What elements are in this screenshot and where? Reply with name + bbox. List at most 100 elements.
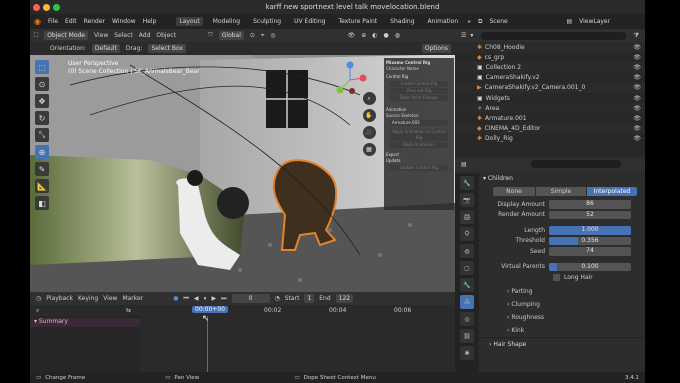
create-control-rig-button[interactable]: Create Control Rig xyxy=(390,81,448,87)
source-armature-field[interactable]: Armature.002 xyxy=(390,120,448,126)
parting-subpanel[interactable]: › Parting xyxy=(465,285,645,298)
cursor-tool-icon[interactable]: ⊙ xyxy=(35,77,49,91)
shading-material-icon[interactable]: ◍ xyxy=(395,32,400,39)
hair-shape-panel-header[interactable]: › Hair Shape xyxy=(455,336,645,351)
workspace-scroll-icon[interactable]: ▸ xyxy=(468,18,471,25)
menu-select[interactable]: Select xyxy=(114,32,133,39)
dope-sheet-ruler[interactable]: ⌕ ⇆ 00:00+00 00:02 00:04 00:06 xyxy=(30,305,455,316)
outliner-editor-icon[interactable]: ☰ xyxy=(461,32,466,39)
outliner-display-icon[interactable]: ▾ xyxy=(470,32,473,39)
move-tool-icon[interactable]: ✥ xyxy=(35,94,49,108)
output-tab-icon[interactable]: 🖨 xyxy=(460,210,474,224)
gizmo-icon[interactable]: ⊕ xyxy=(361,32,366,39)
visibility-eye-icon[interactable]: 👁 xyxy=(633,44,641,51)
zero-out-rig-button[interactable]: Zero out Rig xyxy=(390,88,448,94)
tab-uv-editing[interactable]: UV Editing xyxy=(291,17,328,26)
visibility-eye-icon[interactable]: 👁 xyxy=(633,135,641,142)
add-cube-tool-icon[interactable]: ◧ xyxy=(35,196,49,210)
constraints-tab-icon[interactable]: ⛓ xyxy=(460,329,474,343)
jump-start-icon[interactable]: ⏮ xyxy=(183,295,188,303)
prev-key-icon[interactable]: ◀ xyxy=(194,295,199,302)
long-hair-checkbox[interactable] xyxy=(553,273,560,281)
pivot-icon[interactable]: ⊙ xyxy=(250,32,255,39)
next-key-icon[interactable]: ▶ xyxy=(211,295,216,302)
roughness-subpanel[interactable]: › Roughness xyxy=(465,311,645,324)
visibility-eye-icon[interactable]: 👁 xyxy=(633,95,641,102)
object-mode-dropdown[interactable]: Object Mode xyxy=(44,31,88,40)
tab-shading[interactable]: Shading xyxy=(387,17,417,26)
annotate-tool-icon[interactable]: ✎ xyxy=(35,162,49,176)
drag-dropdown[interactable]: Select Box xyxy=(148,44,187,53)
record-icon[interactable]: ● xyxy=(173,295,178,302)
visibility-eye-icon[interactable]: 👁 xyxy=(633,115,641,122)
outliner-search-input[interactable] xyxy=(481,31,626,40)
outliner-row[interactable]: ✱ Armature.001 👁 xyxy=(455,113,645,123)
transform-tool-icon[interactable]: ⊕ xyxy=(35,145,49,159)
update-control-rig-button[interactable]: Update Control Rig xyxy=(390,165,448,171)
playback-menu[interactable]: Playback xyxy=(46,295,73,302)
outliner-row[interactable]: ▣ Collection 2 👁 xyxy=(455,62,645,73)
zoom-icon[interactable]: ⌕ xyxy=(362,92,376,105)
close-window-icon[interactable] xyxy=(33,3,40,11)
measure-tool-icon[interactable]: 📐 xyxy=(35,179,49,193)
visibility-icon[interactable]: 👁 xyxy=(348,32,356,39)
select-box-tool-icon[interactable]: ⬚ xyxy=(35,60,49,74)
properties-search-input[interactable] xyxy=(530,160,621,168)
timeline-editor-icon[interactable]: ◷ xyxy=(36,295,41,302)
playhead-timecode[interactable]: 00:00+00 xyxy=(192,306,228,313)
world-tab-icon[interactable]: ◍ xyxy=(460,244,474,258)
outliner-row[interactable]: ✱ Ch08_Hoodie 👁 xyxy=(455,42,645,53)
menu-help[interactable]: Help xyxy=(143,18,157,25)
virtual-parents-slider[interactable]: 0.100 xyxy=(549,262,631,271)
tab-texture-paint[interactable]: Texture Paint xyxy=(335,17,380,26)
visibility-eye-icon[interactable]: 👁 xyxy=(633,64,641,71)
start-frame-field[interactable]: 1 xyxy=(304,294,315,303)
search-icon[interactable]: ⌕ xyxy=(36,307,39,315)
camera-view-icon[interactable]: 🎥 xyxy=(362,126,376,139)
outliner-row[interactable]: ✱ Dolly_Rig 👁 xyxy=(455,134,645,144)
menu-object[interactable]: Object xyxy=(156,32,176,39)
update-heading[interactable]: Update xyxy=(386,158,452,164)
visibility-eye-icon[interactable]: 👁 xyxy=(633,74,641,81)
tool-tab-icon[interactable]: 🔧 xyxy=(460,176,474,190)
mode-simple[interactable]: Simple xyxy=(536,187,586,196)
visibility-eye-icon[interactable]: 👁 xyxy=(633,105,641,112)
shading-solid-icon[interactable]: ● xyxy=(383,32,388,39)
outliner-row[interactable]: ▣ CameraShakify.v2 👁 xyxy=(455,73,645,83)
menu-edit[interactable]: Edit xyxy=(65,18,77,25)
keying-menu[interactable]: Keying xyxy=(78,295,98,302)
bake-anim-change-button[interactable]: Bake Anim Change xyxy=(390,95,448,101)
viewlayer-selector[interactable]: ViewLayer xyxy=(579,18,610,25)
orientation-dropdown[interactable]: Default xyxy=(91,44,120,53)
grid-toggle-icon[interactable]: ▦ xyxy=(362,143,376,156)
dope-sheet[interactable]: ▾ Summary ↖ xyxy=(30,314,455,372)
visibility-eye-icon[interactable]: 👁 xyxy=(633,84,641,91)
bake-animation-button[interactable]: Bake Animation xyxy=(390,142,448,148)
data-tab-icon[interactable]: ✱ xyxy=(460,346,474,360)
minimize-window-icon[interactable] xyxy=(43,3,50,11)
scale-tool-icon[interactable]: ⤡ xyxy=(35,128,49,142)
seed-field[interactable]: 74 xyxy=(549,247,631,256)
mode-none[interactable]: None xyxy=(493,187,535,196)
control-rig-heading[interactable]: Control Rig xyxy=(386,74,452,80)
outliner-row[interactable]: ▶ CameraShakify.v2_Camera.001_0 👁 xyxy=(455,82,645,93)
menu-file[interactable]: File xyxy=(48,18,58,25)
kink-subpanel[interactable]: › Kink xyxy=(465,324,645,337)
outliner-row[interactable]: ◆ cs_grp 👁 xyxy=(455,52,645,62)
object-tab-icon[interactable]: ▢ xyxy=(460,261,474,275)
pause-icon[interactable]: ⏸ xyxy=(203,295,206,303)
render-tab-icon[interactable]: 📷 xyxy=(460,193,474,207)
tab-layout[interactable]: Layout xyxy=(176,17,203,26)
marker-menu[interactable]: Marker xyxy=(122,295,143,302)
scene-selector[interactable]: Scene xyxy=(489,18,559,25)
visibility-eye-icon[interactable]: 👁 xyxy=(633,54,641,61)
menu-window[interactable]: Window xyxy=(112,18,136,25)
tab-modeling[interactable]: Modeling xyxy=(210,17,243,26)
playhead-line[interactable] xyxy=(207,316,208,372)
keyframe-area[interactable] xyxy=(140,316,455,372)
outliner-row[interactable]: ◆ CINEMA_4D_Editor 👁 xyxy=(455,123,645,134)
visibility-eye-icon[interactable]: 👁 xyxy=(633,125,641,132)
menu-add[interactable]: Add xyxy=(139,32,151,39)
render-amount-field[interactable]: 52 xyxy=(549,210,631,219)
menu-render[interactable]: Render xyxy=(84,18,105,25)
